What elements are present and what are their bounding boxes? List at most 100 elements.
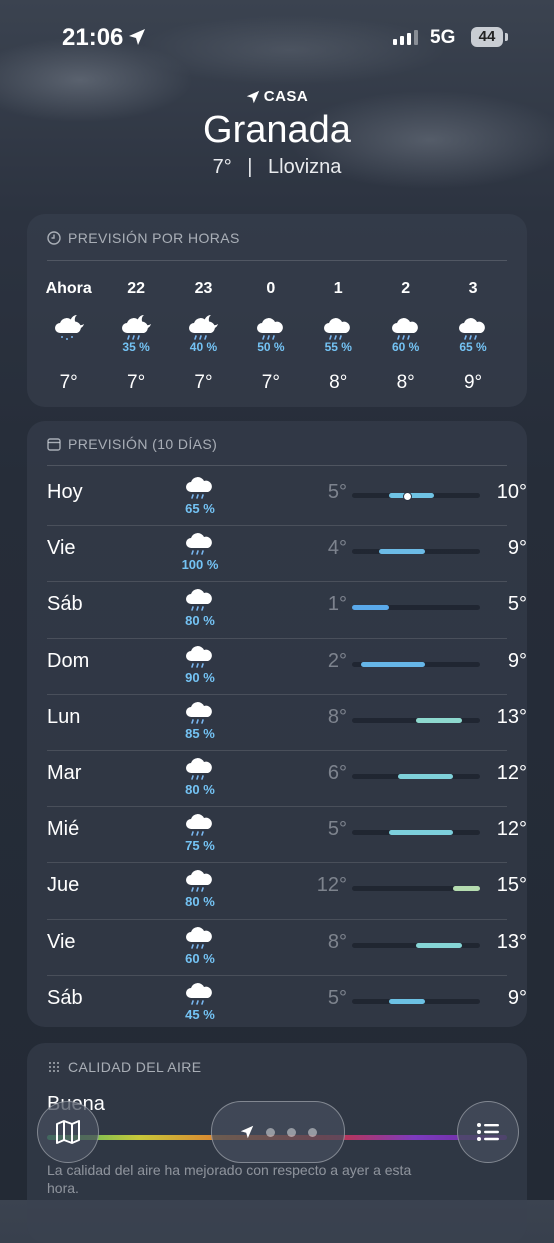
temp-range-fill <box>361 661 426 667</box>
temp-range-fill <box>416 717 462 723</box>
calendar-icon <box>47 438 61 451</box>
city-name: Granada <box>203 109 351 151</box>
day-row[interactable]: Vie 100 % 4° 9° <box>47 525 527 581</box>
day-low-temp: 8° <box>327 930 347 953</box>
temp-range-bar <box>352 830 480 836</box>
precip-chance: 35 % <box>122 340 150 354</box>
hourly-forecast-card[interactable]: PREVISIÓN POR HORAS Ahora 7° 22 35 % 7° 23 40 … <box>27 214 527 407</box>
day-row[interactable]: Lun 85 % 8° 13° <box>47 694 527 750</box>
rain-cloud-icon <box>175 473 225 501</box>
rain-cloud-icon <box>175 979 225 1007</box>
day-name: Sáb <box>47 593 83 616</box>
temp-range-bar <box>352 605 480 611</box>
day-high-temp: 12° <box>496 762 527 784</box>
page-dot[interactable] <box>307 1127 317 1137</box>
temp-range-bar <box>352 717 480 723</box>
day-row[interactable]: Sáb 45 % 5° 9° <box>47 975 527 1031</box>
map-button[interactable] <box>37 1101 99 1163</box>
day-high-temp: 10° <box>496 481 527 503</box>
battery-tip <box>505 33 508 41</box>
precip-chance: 60 % <box>185 950 215 966</box>
hour-item: 0 50 % 7° <box>237 280 304 400</box>
current-temp: 7° <box>212 156 232 178</box>
day-row[interactable]: Vie 60 % 8° 13° <box>47 919 527 975</box>
temp-range-bar <box>352 661 480 667</box>
day-name: Mar <box>47 762 82 784</box>
network-type: 5G <box>430 27 456 48</box>
current-temp-marker <box>402 492 412 501</box>
precip-chance: 80 % <box>185 782 215 797</box>
rain-cloud-icon <box>175 866 225 894</box>
location-label: CASA <box>0 88 554 105</box>
hour-label: 23 <box>194 280 213 297</box>
temp-range-fill <box>397 774 453 779</box>
page-dot[interactable] <box>265 1127 275 1137</box>
precip-chance: 80 % <box>185 894 215 910</box>
air-quality-title: CALIDAD DEL AIRE <box>47 1059 201 1075</box>
day-high-temp: 9° <box>507 537 527 560</box>
rain-cloud-icon <box>175 923 225 951</box>
hour-item: Ahora 7° <box>35 280 102 400</box>
current-conditions: 7° | Llovizna <box>0 156 554 179</box>
locations-list-button[interactable] <box>457 1101 519 1163</box>
location-arrow-icon <box>240 1125 253 1139</box>
hour-temp: 7° <box>59 372 78 393</box>
daily-forecast-card[interactable]: PREVISIÓN (10 DÍAS) Hoy 65 % 5° 10° Vie 100 %… <box>27 421 527 1027</box>
temp-range-fill <box>388 998 426 1004</box>
hour-item: 2 60 % 8° <box>372 280 439 400</box>
hour-item: 22 35 % 7° <box>102 280 169 400</box>
location-arrow-icon <box>246 90 259 103</box>
temp-range-fill <box>416 942 462 948</box>
location-pager[interactable] <box>211 1101 345 1163</box>
hour-label: 3 <box>468 280 478 297</box>
precip-chance: 75 % <box>185 838 215 854</box>
signal-bars-icon <box>393 30 418 45</box>
temp-range-bar <box>352 549 480 555</box>
hour-label: 1 <box>333 280 343 297</box>
air-quality-note: La calidad del aire ha mejorado con resp… <box>47 1162 412 1196</box>
day-name: Lun <box>47 705 81 728</box>
rain-cloud-icon <box>175 585 225 613</box>
hour-item: 1 55 % 8° <box>305 280 372 400</box>
hourly-title-text: PREVISIÓN POR HORAS <box>68 230 240 246</box>
day-low-temp: 1° <box>327 593 347 616</box>
day-row[interactable]: Mar 80 % 6° 12° <box>47 750 527 806</box>
rain-cloud-icon <box>372 314 439 340</box>
precip-chance: 50 % <box>257 340 285 354</box>
moon-drizzle-icon <box>35 314 102 340</box>
day-high-temp: 12° <box>496 818 527 841</box>
status-time: 21:06 <box>62 24 124 51</box>
day-high-temp: 9° <box>507 649 527 672</box>
day-high-temp: 15° <box>496 874 527 897</box>
day-row[interactable]: Sáb 80 % 1° 5° <box>47 581 527 637</box>
list-icon <box>477 1123 499 1141</box>
rain-cloud-icon <box>175 642 225 670</box>
precip-chance: 65 % <box>185 501 215 516</box>
hour-item: 3 65 % 9° <box>439 280 506 400</box>
location-header: CASA Granada 7° | Llovizna <box>0 88 554 179</box>
day-row[interactable]: Jue 80 % 12° 15° <box>47 862 527 918</box>
day-low-temp: 2° <box>327 649 347 672</box>
day-high-temp: 9° <box>507 986 527 1009</box>
day-name: Jue <box>47 874 80 897</box>
separator: | <box>247 156 253 178</box>
hour-label: 2 <box>401 280 411 297</box>
day-high-temp: 5° <box>507 593 527 616</box>
temp-range-bar <box>352 942 480 948</box>
air-quality-title-text: CALIDAD DEL AIRE <box>68 1059 202 1075</box>
hour-temp: 8° <box>329 372 348 393</box>
day-row[interactable]: Dom 90 % 2° 9° <box>47 638 527 694</box>
day-low-temp: 8° <box>327 705 347 728</box>
temp-range-fill <box>352 605 389 611</box>
day-row[interactable]: Hoy 65 % 5° 10° <box>47 469 527 525</box>
hour-label: Ahora <box>45 280 92 297</box>
page-dot[interactable] <box>286 1127 296 1137</box>
temp-range-bar <box>352 886 480 892</box>
location-arrow-icon <box>129 29 145 45</box>
day-row[interactable]: Mié 75 % 5° 12° <box>47 806 527 862</box>
precip-chance: 80 % <box>185 613 215 629</box>
hour-temp: 9° <box>463 372 483 393</box>
precip-chance: 60 % <box>391 340 420 354</box>
condition-text: Llovizna <box>268 156 342 178</box>
hour-item: 23 40 % 7° <box>170 280 237 400</box>
